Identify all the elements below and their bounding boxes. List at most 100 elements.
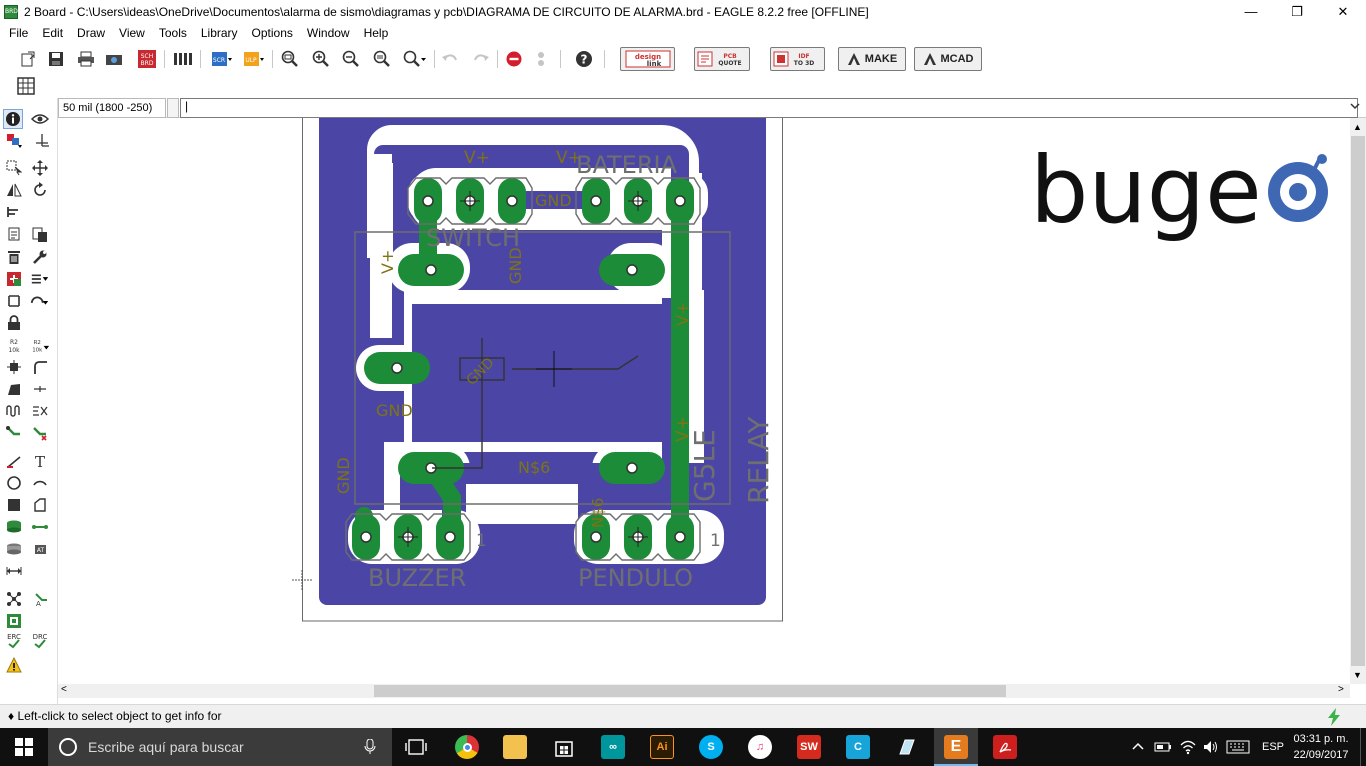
redo-icon[interactable] (471, 49, 491, 69)
zoom-in-icon[interactable] (311, 49, 331, 69)
copy-icon[interactable] (4, 225, 24, 245)
scroll-down-icon[interactable]: ▼ (1353, 670, 1362, 680)
skype-icon[interactable]: S (699, 735, 723, 759)
horizontal-scrollbar[interactable]: < > (58, 684, 1350, 698)
mcad-button[interactable]: MCAD (914, 47, 982, 71)
via-icon[interactable] (4, 517, 24, 537)
lock-icon[interactable] (4, 313, 24, 333)
wire-icon[interactable] (4, 451, 24, 471)
itunes-icon[interactable]: ♫ (748, 735, 772, 759)
smash-icon[interactable] (4, 357, 24, 377)
menu-draw[interactable]: Draw (70, 23, 112, 44)
delete-icon[interactable] (4, 247, 24, 267)
rotate-icon[interactable] (30, 180, 50, 200)
auto-route-icon[interactable]: A (30, 589, 50, 609)
board-canvas[interactable]: V+ V+ BATERIA GND SWITCH GND V+ V+ GND G… (58, 118, 1350, 684)
wifi-icon[interactable] (1180, 739, 1196, 755)
volume-icon[interactable] (1202, 739, 1218, 755)
scroll-right-icon[interactable]: > (1338, 684, 1344, 695)
clock[interactable]: 03:31 p. m. 22/09/2017 (1290, 731, 1352, 763)
zoom-area-icon[interactable] (403, 49, 427, 69)
mark-icon[interactable] (32, 131, 52, 151)
move-icon[interactable] (30, 158, 50, 178)
maximize-button[interactable]: ❐ (1274, 0, 1320, 23)
language-indicator[interactable]: ESP (1262, 728, 1284, 766)
glass-app-icon[interactable] (895, 735, 919, 759)
horizontal-scroll-thumb[interactable] (374, 685, 1006, 697)
menu-library[interactable]: Library (194, 23, 245, 44)
drc-icon[interactable]: DRC (30, 631, 50, 651)
script-icon[interactable]: SCR (210, 49, 234, 69)
design-link-button[interactable]: design link (620, 47, 675, 71)
stop-icon[interactable] (504, 49, 524, 69)
command-history-dropdown[interactable] (1348, 100, 1362, 116)
cam-icon[interactable] (104, 49, 124, 69)
menu-options[interactable]: Options (245, 23, 300, 44)
align-icon[interactable] (4, 202, 24, 222)
menu-help[interactable]: Help (357, 23, 396, 44)
route-icon[interactable] (4, 423, 24, 443)
menu-file[interactable]: File (2, 23, 35, 44)
open-icon[interactable] (18, 49, 38, 69)
menu-edit[interactable]: Edit (35, 23, 70, 44)
arduino-icon[interactable]: ∞ (601, 735, 625, 759)
miter-icon[interactable] (30, 357, 50, 377)
arc-icon[interactable] (30, 473, 50, 493)
signal-icon[interactable] (30, 517, 50, 537)
chevron-up-icon[interactable] (1132, 741, 1144, 751)
taskbar-search[interactable]: Escribe aquí para buscar (48, 728, 392, 766)
zoom-out-icon[interactable] (341, 49, 361, 69)
wrench-icon[interactable] (30, 247, 50, 267)
autorouter-icon[interactable] (4, 589, 24, 609)
cura-icon[interactable]: C (846, 735, 870, 759)
zoom-fit-icon[interactable] (280, 49, 300, 69)
grid-icon[interactable] (16, 76, 36, 96)
split-icon[interactable] (4, 379, 24, 399)
menu-window[interactable]: Window (300, 23, 357, 44)
idf-to-3d-button[interactable]: IDF TO 3D (770, 47, 825, 71)
slice-icon[interactable] (30, 401, 50, 421)
layer-settings-icon[interactable] (4, 131, 24, 151)
dimension-icon[interactable] (4, 561, 24, 581)
undo-icon[interactable] (440, 49, 460, 69)
task-view-icon[interactable] (404, 735, 428, 759)
mirror-icon[interactable] (4, 180, 24, 200)
vertical-scroll-thumb[interactable] (1351, 136, 1365, 666)
errors-warning-icon[interactable] (4, 655, 24, 675)
eagle-taskbar-active[interactable]: E (934, 728, 978, 766)
save-icon[interactable] (46, 49, 66, 69)
move-select-icon[interactable] (4, 158, 24, 178)
value-icon[interactable]: R2 10k (30, 335, 50, 355)
rectangle-icon[interactable] (4, 495, 24, 515)
make-button[interactable]: MAKE (838, 47, 906, 71)
circle-icon[interactable] (4, 473, 24, 493)
change-icon[interactable] (30, 291, 50, 311)
command-input[interactable]: | (180, 98, 1358, 118)
ulp-icon[interactable]: ULP (242, 49, 266, 69)
pcb-quote-button[interactable]: PCB QUOTE (694, 47, 750, 71)
keyboard-icon[interactable] (1226, 740, 1250, 754)
erc-icon[interactable]: ERC (4, 631, 24, 651)
menu-view[interactable]: View (112, 23, 152, 44)
battery-icon[interactable] (1154, 740, 1172, 754)
attribute-icon[interactable]: AT (30, 539, 50, 559)
start-button[interactable] (0, 728, 48, 766)
go-icon[interactable] (531, 49, 551, 69)
swap-icon[interactable] (4, 291, 24, 311)
hole-icon[interactable] (4, 539, 24, 559)
chrome-icon[interactable] (455, 735, 479, 759)
library-icon[interactable] (172, 49, 194, 69)
paste-icon[interactable] (30, 225, 50, 245)
meander-icon[interactable] (4, 401, 24, 421)
print-icon[interactable] (76, 49, 96, 69)
scroll-left-icon[interactable]: < (61, 684, 67, 695)
zoom-select-icon[interactable] (372, 49, 392, 69)
help-icon[interactable]: ? (574, 49, 594, 69)
lightning-icon[interactable] (1326, 708, 1342, 726)
menu-tools[interactable]: Tools (152, 23, 194, 44)
text-icon[interactable]: T (30, 451, 50, 471)
design-block-icon[interactable] (4, 611, 24, 631)
file-explorer-icon[interactable] (503, 735, 527, 759)
show-icon[interactable] (30, 109, 50, 129)
vertical-scrollbar[interactable]: ▲ ▼ (1350, 118, 1366, 684)
